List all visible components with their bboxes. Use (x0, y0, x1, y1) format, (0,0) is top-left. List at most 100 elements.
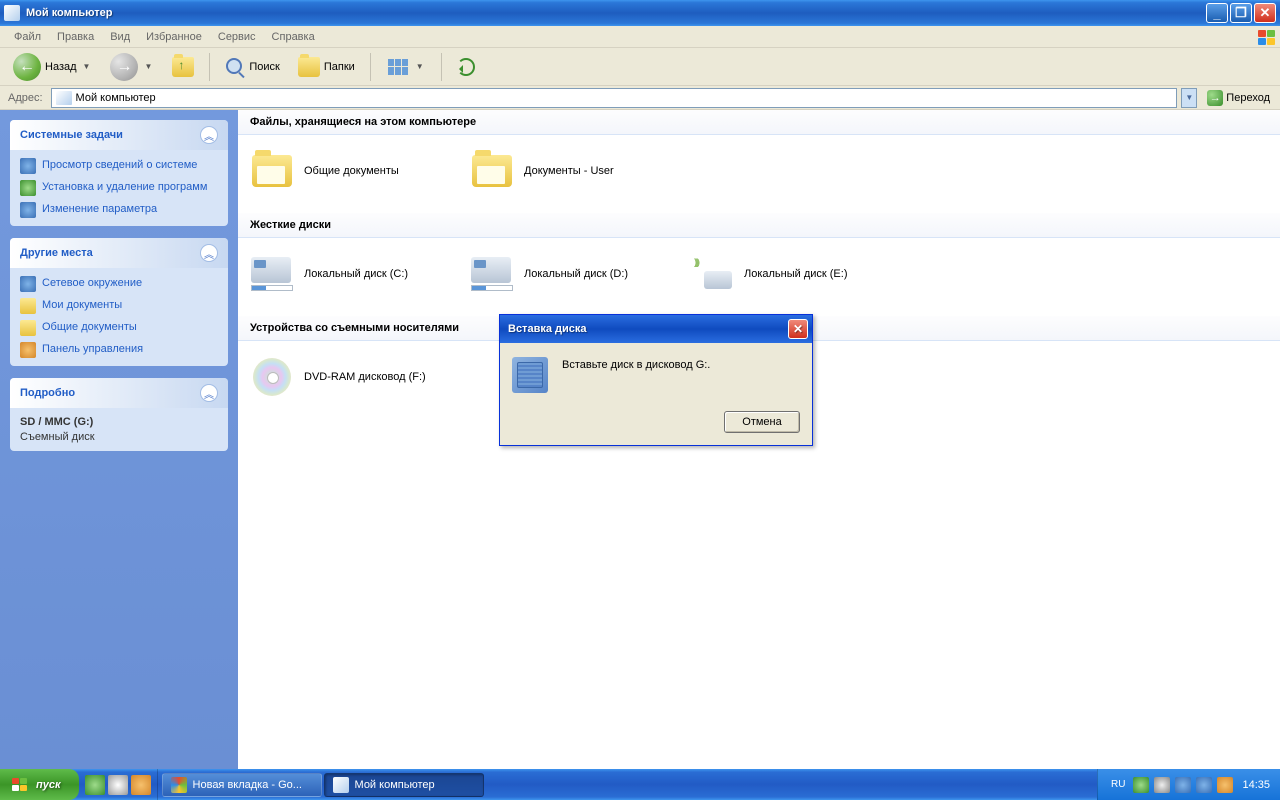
item-dvd-drive[interactable]: DVD-RAM дисковод (F:) (244, 351, 464, 403)
go-button[interactable]: → Переход (1201, 89, 1276, 107)
tray-network-icon[interactable] (1196, 777, 1212, 793)
link-change-setting[interactable]: Изменение параметра (20, 202, 218, 218)
address-dropdown-button[interactable]: ▼ (1181, 88, 1197, 108)
system-tray: RU 14:35 (1097, 769, 1280, 800)
dvd-icon (253, 358, 291, 396)
refresh-icon (457, 58, 475, 76)
taskbar-clock[interactable]: 14:35 (1242, 779, 1270, 791)
folders-button[interactable]: Папки (291, 54, 362, 80)
search-button[interactable]: Поиск (218, 54, 286, 80)
link-my-documents[interactable]: Мои документы (20, 298, 218, 314)
dialog-title: Вставка диска (508, 323, 788, 335)
collapse-icon[interactable]: ︽ (200, 384, 218, 402)
item-drive-c[interactable]: Локальный диск (C:) (244, 248, 464, 300)
address-input[interactable]: Мой компьютер (51, 88, 1178, 108)
disk-usage-bar (471, 285, 513, 291)
chrome-icon (171, 777, 187, 793)
tray-icon[interactable] (1217, 777, 1233, 793)
forward-arrow-icon: → (110, 53, 138, 81)
control-panel-icon (20, 342, 36, 358)
address-bar: Адрес: Мой компьютер ▼ → Переход (0, 86, 1280, 110)
folders-icon (298, 57, 320, 77)
menu-favorites[interactable]: Избранное (138, 28, 210, 46)
address-label: Адрес: (4, 92, 47, 104)
item-drive-d[interactable]: Локальный диск (D:) (464, 248, 684, 300)
panel-title: Подробно (20, 387, 75, 399)
detail-type: Съемный диск (20, 431, 218, 443)
forward-button[interactable]: → ▼ (103, 50, 161, 84)
toolbar-separator (209, 53, 210, 81)
quick-launch-item[interactable] (108, 775, 128, 795)
my-computer-icon (4, 5, 20, 21)
toolbar-separator (370, 53, 371, 81)
menu-bar: Файл Правка Вид Избранное Сервис Справка (0, 26, 1280, 48)
maximize-button[interactable]: ❐ (1230, 3, 1252, 23)
views-icon (386, 57, 410, 77)
collapse-icon[interactable]: ︽ (200, 244, 218, 262)
panel-header[interactable]: Другие места ︽ (10, 238, 228, 268)
quick-launch-item[interactable] (131, 775, 151, 795)
cancel-button[interactable]: Отмена (724, 411, 800, 433)
panel-header[interactable]: Системные задачи ︽ (10, 120, 228, 150)
link-shared-documents[interactable]: Общие документы (20, 320, 218, 336)
panel-other-places: Другие места ︽ Сетевое окружение Мои док… (10, 238, 228, 366)
dialog-message: Вставьте диск в дисковод G:. (562, 357, 800, 397)
back-arrow-icon: ← (13, 53, 41, 81)
toolbar-separator (441, 53, 442, 81)
window-titlebar: Мой компьютер _ ❐ ✕ (0, 0, 1280, 26)
toolbar: ← Назад ▼ → ▼ ↑ Поиск Папки ▼ (0, 48, 1280, 86)
menu-edit[interactable]: Правка (49, 28, 102, 46)
menu-file[interactable]: Файл (6, 28, 49, 46)
dialog-close-button[interactable]: ✕ (788, 319, 808, 339)
link-add-remove[interactable]: Установка и удаление программ (20, 180, 218, 196)
link-network[interactable]: Сетевое окружение (20, 276, 218, 292)
folder-icon (252, 155, 292, 187)
insert-disk-dialog: Вставка диска ✕ Вставьте диск в дисковод… (499, 314, 813, 446)
dialog-titlebar[interactable]: Вставка диска ✕ (500, 315, 812, 343)
views-dropdown-icon[interactable]: ▼ (414, 62, 426, 71)
link-control-panel[interactable]: Панель управления (20, 342, 218, 358)
panel-header[interactable]: Подробно ︽ (10, 378, 228, 408)
refresh-button[interactable] (450, 55, 482, 79)
folder-up-icon: ↑ (172, 57, 194, 77)
settings-icon (20, 202, 36, 218)
menu-help[interactable]: Справка (264, 28, 323, 46)
panel-title: Другие места (20, 247, 93, 259)
panel-system-tasks: Системные задачи ︽ Просмотр сведений о с… (10, 120, 228, 226)
forward-dropdown-icon[interactable]: ▼ (142, 62, 154, 71)
collapse-icon[interactable]: ︽ (200, 126, 218, 144)
taskbar-task-explorer[interactable]: Мой компьютер (324, 773, 484, 797)
go-label: Переход (1226, 92, 1270, 104)
tray-volume-icon[interactable] (1175, 777, 1191, 793)
address-value: Мой компьютер (76, 92, 156, 104)
hard-drive-icon (251, 257, 291, 283)
add-remove-icon (20, 180, 36, 196)
item-user-documents[interactable]: Документы - User (464, 145, 684, 197)
tray-icon[interactable] (1133, 777, 1149, 793)
my-computer-icon (333, 777, 349, 793)
folder-icon (472, 155, 512, 187)
language-indicator[interactable]: RU (1108, 778, 1128, 791)
detail-name: SD / MMC (G:) (20, 416, 218, 428)
windows-flag-icon (10, 776, 30, 794)
taskbar-task-chrome[interactable]: Новая вкладка - Go... (162, 773, 322, 797)
views-button[interactable]: ▼ (379, 54, 433, 80)
back-dropdown-icon[interactable]: ▼ (81, 62, 93, 71)
start-button[interactable]: пуск (0, 769, 79, 800)
tray-icon[interactable] (1154, 777, 1170, 793)
back-button[interactable]: ← Назад ▼ (6, 50, 99, 84)
back-label: Назад (45, 61, 77, 73)
item-shared-documents[interactable]: Общие документы (244, 145, 464, 197)
item-drive-e[interactable]: Локальный диск (E:) (684, 248, 904, 300)
section-files-header: Файлы, хранящиеся на этом компьютере (238, 110, 1280, 135)
go-arrow-icon: → (1207, 90, 1223, 106)
up-button[interactable]: ↑ (165, 54, 201, 80)
taskbar: пуск Новая вкладка - Go... Мой компьютер… (0, 769, 1280, 800)
disk-usage-bar (251, 285, 293, 291)
menu-view[interactable]: Вид (102, 28, 138, 46)
link-system-info[interactable]: Просмотр сведений о системе (20, 158, 218, 174)
minimize-button[interactable]: _ (1206, 3, 1228, 23)
menu-tools[interactable]: Сервис (210, 28, 264, 46)
quick-launch-item[interactable] (85, 775, 105, 795)
close-button[interactable]: ✕ (1254, 3, 1276, 23)
